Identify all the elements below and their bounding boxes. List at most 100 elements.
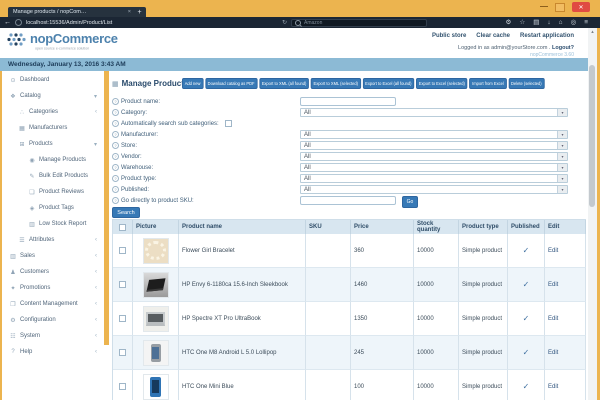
row-checkbox[interactable] <box>119 349 126 356</box>
minimize-button[interactable]: — <box>540 4 548 10</box>
maximize-button[interactable] <box>555 3 565 12</box>
row-checkbox[interactable] <box>119 383 126 390</box>
sidebar-item-bulk-edit-products[interactable]: ✎Bulk Edit Products <box>2 168 104 184</box>
help-icon[interactable]: ? <box>112 175 119 182</box>
tab-close-icon[interactable]: × <box>128 9 131 15</box>
export-to-excel-selected-button[interactable]: Export to Excel (selected) <box>416 78 468 89</box>
product-name-input[interactable] <box>300 97 396 106</box>
edit-link[interactable]: Edit <box>548 384 558 390</box>
system-icon: ☷ <box>9 333 17 340</box>
sidebar-item-categories[interactable]: ∴Categories‹ <box>2 104 104 120</box>
new-tab-button[interactable]: + <box>133 7 146 17</box>
sync-icon[interactable]: ◎ <box>571 17 577 28</box>
refresh-icon[interactable]: ↻ <box>282 19 287 26</box>
help-icon[interactable]: ? <box>112 131 119 138</box>
help-icon[interactable]: ? <box>112 142 119 149</box>
column-header-product-name: Product name <box>179 220 306 234</box>
nopcommerce-logo[interactable]: nopCommerce open source e-commerce solut… <box>7 32 118 47</box>
store-select[interactable]: All▾ <box>300 141 568 150</box>
sidebar-item-products[interactable]: ⊞Products▾ <box>2 136 104 152</box>
delete-selected-button[interactable]: Delete (selected) <box>508 78 544 89</box>
header-link-clear-cache[interactable]: Clear cache <box>476 33 510 39</box>
product-type-select[interactable]: All▾ <box>300 174 568 183</box>
sidebar-item-product-tags[interactable]: ◈Product Tags <box>2 200 104 216</box>
browser-search-box[interactable]: Amazon <box>291 19 427 27</box>
promotions-icon: ✦ <box>9 285 17 292</box>
vendor-select[interactable]: All▾ <box>300 152 568 161</box>
scroll-up-icon[interactable]: ▴ <box>588 28 597 36</box>
menu-icon[interactable]: ≡ <box>584 17 588 28</box>
sidebar-item-customers[interactable]: ♟Customers‹ <box>2 264 104 280</box>
sidebar-item-product-reviews[interactable]: ❏Product Reviews <box>2 184 104 200</box>
go-directly-to-product-sku-input[interactable] <box>300 196 396 205</box>
sidebar-item-system[interactable]: ☷System‹ <box>2 328 104 344</box>
row-checkbox[interactable] <box>119 247 126 254</box>
chevron-left-icon: ‹ <box>95 317 97 323</box>
picture-cell <box>133 336 179 370</box>
category-select[interactable]: All▾ <box>300 108 568 117</box>
sidebar-item-promotions[interactable]: ✦Promotions‹ <box>2 280 104 296</box>
scrollbar-thumb[interactable] <box>589 65 595 207</box>
logout-link[interactable]: Logout? <box>552 45 574 51</box>
select-all-checkbox[interactable] <box>119 224 126 231</box>
sidebar-item-attributes[interactable]: ☰Attributes‹ <box>2 232 104 248</box>
wrench-icon[interactable]: ⚙ <box>506 17 512 28</box>
download-icon[interactable]: ↓ <box>547 17 550 28</box>
row-select-cell <box>113 336 133 370</box>
published-select[interactable]: All▾ <box>300 185 568 194</box>
help-icon[interactable]: ? <box>112 120 119 127</box>
chevron-down-icon: ▾ <box>557 186 567 193</box>
filter-label-wrap: ?Vendor: <box>112 153 142 160</box>
edit-link[interactable]: Edit <box>548 248 558 254</box>
bookmarks-icon[interactable]: ▤ <box>533 17 539 28</box>
help-icon[interactable]: ? <box>112 186 119 193</box>
sidebar-item-sales[interactable]: ▥Sales‹ <box>2 248 104 264</box>
search-button[interactable]: Search <box>112 207 140 218</box>
export-to-xml-all-found-button[interactable]: Export to XML (all found) <box>259 78 309 89</box>
home-icon[interactable]: ⌂ <box>559 17 563 28</box>
page-scrollbar[interactable]: ▴ <box>588 28 597 400</box>
edit-link[interactable]: Edit <box>548 350 558 356</box>
edit-link[interactable]: Edit <box>548 282 558 288</box>
published-check-icon: ✓ <box>523 246 530 255</box>
warehouse-select[interactable]: All▾ <box>300 163 568 172</box>
close-window-button[interactable]: ✕ <box>572 2 590 12</box>
help-icon[interactable]: ? <box>112 98 119 105</box>
add-new-button[interactable]: Add new <box>182 78 203 89</box>
filter-label: Product type: <box>121 176 156 182</box>
sidebar-item-content-management[interactable]: ❐Content Management‹ <box>2 296 104 312</box>
export-to-excel-all-found-button[interactable]: Export to Excel (all found) <box>362 78 414 89</box>
help-icon[interactable]: ? <box>112 164 119 171</box>
header-link-restart-application[interactable]: Restart application <box>520 33 574 39</box>
go-button[interactable]: Go <box>402 196 418 208</box>
chevron-left-icon: ‹ <box>95 253 97 259</box>
sidebar-item-configuration[interactable]: ⚙Configuration‹ <box>2 312 104 328</box>
star-icon[interactable]: ☆ <box>519 17 525 28</box>
sidebar-item-manage-products[interactable]: ◉Manage Products <box>2 152 104 168</box>
site-info-icon[interactable] <box>15 19 22 26</box>
filter-label-wrap: ?Product name: <box>112 98 160 105</box>
manufacturer-select[interactable]: All▾ <box>300 130 568 139</box>
row-checkbox[interactable] <box>119 315 126 322</box>
help-icon[interactable]: ? <box>112 109 119 116</box>
back-icon[interactable]: ← <box>4 17 11 28</box>
import-from-excel-button[interactable]: Import from Excel <box>469 78 506 89</box>
automatically-search-sub-categories-checkbox[interactable] <box>225 120 232 127</box>
download-catalog-as-pdf-button[interactable]: Download catalog as PDF <box>205 78 257 89</box>
sidebar-item-catalog[interactable]: ❖Catalog▾ <box>2 88 104 104</box>
edit-link[interactable]: Edit <box>548 316 558 322</box>
sidebar-item-dashboard[interactable]: ⊙Dashboard <box>2 72 104 88</box>
selected-value: All <box>301 187 557 193</box>
help-icon[interactable]: ? <box>112 153 119 160</box>
sidebar-item-low-stock-report[interactable]: ▥Low Stock Report <box>2 216 104 232</box>
sidebar-item-manufacturers[interactable]: ▦Manufacturers <box>2 120 104 136</box>
row-checkbox[interactable] <box>119 281 126 288</box>
header-link-public-store[interactable]: Public store <box>432 33 466 39</box>
product-type-cell: Simple product <box>459 370 508 400</box>
low-stock-report-icon: ▥ <box>28 221 36 228</box>
export-to-xml-selected-button[interactable]: Export to XML (selected) <box>311 78 361 89</box>
browser-tab[interactable]: Manage products / nopCom… × <box>8 7 136 17</box>
help-icon[interactable]: ? <box>112 197 119 204</box>
sidebar-item-help[interactable]: ?Help‹ <box>2 344 104 360</box>
url-field[interactable]: localhost:15536/Admin/Product/List <box>26 20 278 26</box>
